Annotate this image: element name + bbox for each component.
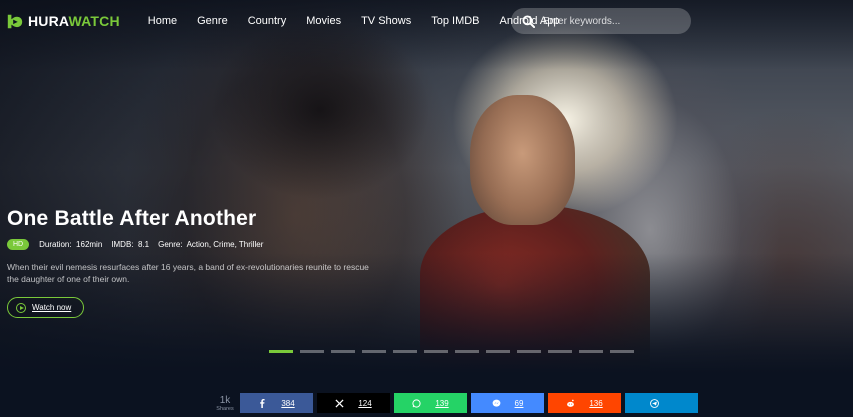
movie-title[interactable]: One Battle After Another <box>7 207 387 231</box>
watch-now-button[interactable]: Watch now <box>7 297 85 318</box>
nav-home[interactable]: Home <box>148 0 187 42</box>
share-count: 384 <box>281 398 295 408</box>
facebook-icon <box>260 398 265 408</box>
share-whatsapp-button[interactable]: 139 <box>394 393 467 413</box>
messenger-icon <box>492 399 500 407</box>
share-count: 124 <box>358 398 372 408</box>
site-logo[interactable]: HURAWATCH <box>6 12 120 30</box>
share-reddit-button[interactable]: 136 <box>548 393 621 413</box>
share-facebook-button[interactable]: 384 <box>240 393 313 413</box>
slider-dot[interactable] <box>300 350 324 353</box>
genre: Genre: Action, Crime, Thriller <box>158 240 264 249</box>
nav-top-imdb[interactable]: Top IMDB <box>421 0 489 42</box>
site-header: HURAWATCH Home Genre Country Movies TV S… <box>0 0 853 42</box>
imdb-rating: IMDB: 8.1 <box>111 240 150 249</box>
telegram-icon <box>650 398 659 408</box>
nav-movies[interactable]: Movies <box>296 0 351 42</box>
slider-dot[interactable] <box>579 350 603 353</box>
nav-country[interactable]: Country <box>238 0 297 42</box>
share-count: 69 <box>514 398 524 408</box>
reddit-icon <box>567 399 575 407</box>
slider-dot[interactable] <box>331 350 355 353</box>
logo-icon <box>7 14 23 29</box>
genre-value: Action, Crime, Thriller <box>186 240 264 249</box>
share-bar: 1k Shares 384 124 139 69 136 <box>0 373 853 417</box>
watch-now-label: Watch now <box>32 303 72 312</box>
main-nav: Home Genre Country Movies TV Shows Top I… <box>148 0 570 42</box>
slider-dot[interactable] <box>517 350 541 353</box>
slider-dot[interactable] <box>455 350 479 353</box>
slider-dot[interactable] <box>269 350 293 353</box>
share-total-count: 1k <box>219 395 231 406</box>
x-icon <box>335 398 344 408</box>
share-x-button[interactable]: 124 <box>317 393 390 413</box>
duration: Duration: 162min <box>39 240 103 249</box>
slider-dot[interactable] <box>486 350 510 353</box>
nav-tv-shows[interactable]: TV Shows <box>351 0 421 42</box>
share-total-label: Shares <box>216 406 234 412</box>
share-count: 139 <box>435 398 449 408</box>
duration-value: 162min <box>76 240 103 249</box>
slider-dots <box>269 350 634 353</box>
slider-dot[interactable] <box>548 350 572 353</box>
share-total: 1k Shares <box>210 396 240 413</box>
search-input[interactable] <box>543 15 683 27</box>
whatsapp-icon <box>412 398 421 408</box>
search-icon[interactable] <box>522 14 535 28</box>
quality-badge: HD <box>7 239 30 250</box>
logo-text: HURAWATCH <box>28 13 120 29</box>
share-messenger-button[interactable]: 69 <box>471 393 544 413</box>
movie-meta: HD Duration: 162min IMDB: 8.1 Genre: Act… <box>7 239 387 250</box>
imdb-value: 8.1 <box>137 240 150 249</box>
share-count: 136 <box>589 398 603 408</box>
slider-dot[interactable] <box>610 350 634 353</box>
slider-dot[interactable] <box>424 350 448 353</box>
share-telegram-button[interactable] <box>625 393 698 413</box>
movie-description: When their evil nemesis resurfaces after… <box>7 262 369 284</box>
nav-genre[interactable]: Genre <box>187 0 238 42</box>
search-bar[interactable] <box>511 8 691 34</box>
slider-dot[interactable] <box>362 350 386 353</box>
play-icon <box>16 302 26 313</box>
slider-dot[interactable] <box>393 350 417 353</box>
featured-movie: One Battle After Another HD Duration: 16… <box>7 207 387 318</box>
